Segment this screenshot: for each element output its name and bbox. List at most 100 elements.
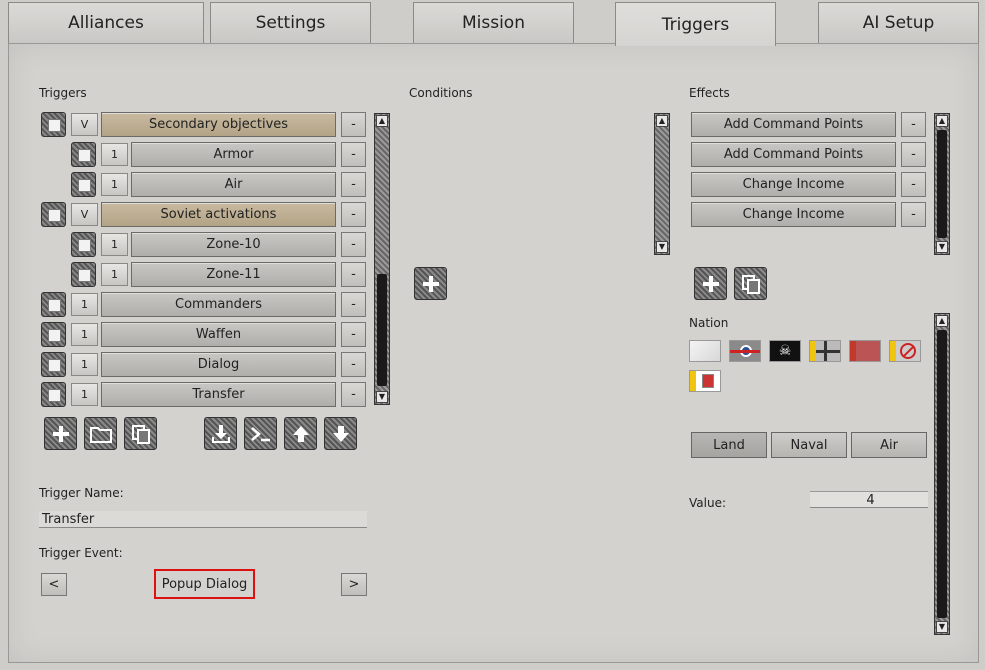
trigger-enable-checkbox[interactable] (71, 262, 96, 287)
scroll-down-icon[interactable]: ▼ (656, 241, 668, 253)
remove-trigger-button[interactable]: - (341, 112, 366, 137)
trigger-count[interactable]: 1 (71, 293, 98, 316)
trigger-row[interactable]: Transfer (101, 382, 336, 407)
domain-air-button[interactable]: Air (851, 432, 927, 458)
add-trigger-button[interactable] (44, 417, 77, 450)
domain-naval-button[interactable]: Naval (771, 432, 847, 458)
add-condition-button[interactable] (414, 267, 447, 300)
trigger-enable-checkbox[interactable] (71, 172, 96, 197)
nation-label: Nation (689, 316, 729, 330)
effect-row[interactable]: Change Income (691, 202, 896, 227)
trigger-row[interactable]: Armor (131, 142, 336, 167)
flag-german[interactable] (809, 340, 841, 362)
trigger-enable-checkbox[interactable] (41, 382, 66, 407)
trigger-count[interactable]: 1 (101, 173, 128, 196)
trigger-count[interactable]: 1 (71, 353, 98, 376)
effects-heading: Effects (689, 86, 730, 100)
scroll-down-icon[interactable]: ▼ (376, 391, 388, 403)
domain-land-button[interactable]: Land (691, 432, 767, 458)
flag-soviet[interactable] (849, 340, 881, 362)
remove-effect-button[interactable]: - (901, 112, 926, 137)
flag-italian[interactable] (689, 370, 721, 392)
effects-scrollbar[interactable]: ▲ ▼ (934, 113, 950, 255)
trigger-count[interactable]: 1 (71, 323, 98, 346)
copy-effect-button[interactable] (734, 267, 767, 300)
scrollbar-thumb[interactable] (377, 274, 387, 386)
trigger-count[interactable]: 1 (101, 233, 128, 256)
scrollbar-thumb[interactable] (937, 130, 947, 238)
trigger-row[interactable]: Dialog (101, 352, 336, 377)
arrow-down-icon (332, 425, 349, 442)
remove-trigger-button[interactable]: - (341, 172, 366, 197)
tab-alliances[interactable]: Alliances (8, 2, 204, 43)
remove-trigger-button[interactable]: - (341, 202, 366, 227)
properties-scrollbar[interactable]: ▲ ▼ (934, 313, 950, 635)
remove-effect-button[interactable]: - (901, 202, 926, 227)
remove-trigger-button[interactable]: - (341, 352, 366, 377)
remove-trigger-button[interactable]: - (341, 382, 366, 407)
trigger-list-scrollbar[interactable]: ▲ ▼ (374, 113, 390, 405)
copy-icon (131, 424, 150, 444)
remove-trigger-button[interactable]: - (341, 142, 366, 167)
triggers-heading: Triggers (39, 86, 87, 100)
trigger-event-value[interactable]: Popup Dialog (154, 569, 255, 599)
value-input[interactable]: 4 (810, 491, 928, 508)
trigger-enable-checkbox[interactable] (41, 322, 66, 347)
import-button[interactable] (204, 417, 237, 450)
scroll-down-icon[interactable]: ▼ (936, 621, 948, 633)
trigger-enable-checkbox[interactable] (41, 292, 66, 317)
tab-settings[interactable]: Settings (210, 2, 371, 43)
trigger-enable-checkbox[interactable] (71, 232, 96, 257)
trigger-count[interactable]: 1 (71, 383, 98, 406)
console-button[interactable] (244, 417, 277, 450)
scroll-up-icon[interactable]: ▲ (936, 115, 948, 127)
scrollbar-thumb[interactable] (937, 330, 947, 618)
move-up-button[interactable] (284, 417, 317, 450)
remove-trigger-button[interactable]: - (341, 232, 366, 257)
trigger-count[interactable]: 1 (101, 263, 128, 286)
trigger-row[interactable]: Air (131, 172, 336, 197)
scroll-up-icon[interactable]: ▲ (936, 315, 948, 327)
tab-triggers[interactable]: Triggers (615, 2, 776, 46)
flag-pirate[interactable]: ☠ (769, 340, 801, 362)
flag-prohibited[interactable] (889, 340, 921, 362)
effect-row[interactable]: Add Command Points (691, 112, 896, 137)
effect-row[interactable]: Change Income (691, 172, 896, 197)
remove-effect-button[interactable]: - (901, 172, 926, 197)
scroll-up-icon[interactable]: ▲ (376, 115, 388, 127)
copy-trigger-button[interactable] (124, 417, 157, 450)
flag-neutral[interactable] (689, 340, 721, 362)
trigger-row[interactable]: Waffen (101, 322, 336, 347)
flag-allied[interactable] (729, 340, 761, 362)
add-effect-button[interactable] (694, 267, 727, 300)
trigger-enable-checkbox[interactable] (71, 142, 96, 167)
trigger-name-input[interactable]: Transfer (39, 511, 367, 528)
remove-effect-button[interactable]: - (901, 142, 926, 167)
trigger-count[interactable]: 1 (101, 143, 128, 166)
trigger-row[interactable]: Soviet activations (101, 202, 336, 227)
trigger-event-next-button[interactable]: > (341, 573, 367, 596)
move-down-button[interactable] (324, 417, 357, 450)
trigger-enable-checkbox[interactable] (41, 352, 66, 377)
tab-mission[interactable]: Mission (413, 2, 574, 43)
trigger-row[interactable]: Zone-11 (131, 262, 336, 287)
trigger-row[interactable]: Zone-10 (131, 232, 336, 257)
tab-ai-setup[interactable]: AI Setup (818, 2, 979, 43)
download-tray-icon (211, 424, 230, 443)
trigger-row[interactable]: Secondary objectives (101, 112, 336, 137)
trigger-enable-checkbox[interactable] (41, 202, 66, 227)
remove-trigger-button[interactable]: - (341, 262, 366, 287)
effect-row[interactable]: Add Command Points (691, 142, 896, 167)
remove-trigger-button[interactable]: - (341, 292, 366, 317)
plus-icon (52, 425, 69, 442)
conditions-scrollbar[interactable]: ▲ ▼ (654, 113, 670, 255)
scroll-up-icon[interactable]: ▲ (656, 115, 668, 127)
trigger-enable-checkbox[interactable] (41, 112, 66, 137)
remove-trigger-button[interactable]: - (341, 322, 366, 347)
scroll-down-icon[interactable]: ▼ (936, 241, 948, 253)
trigger-row[interactable]: Commanders (101, 292, 336, 317)
add-folder-button[interactable] (84, 417, 117, 450)
trigger-count[interactable]: V (71, 203, 98, 226)
trigger-count[interactable]: V (71, 113, 98, 136)
trigger-event-prev-button[interactable]: < (41, 573, 67, 596)
